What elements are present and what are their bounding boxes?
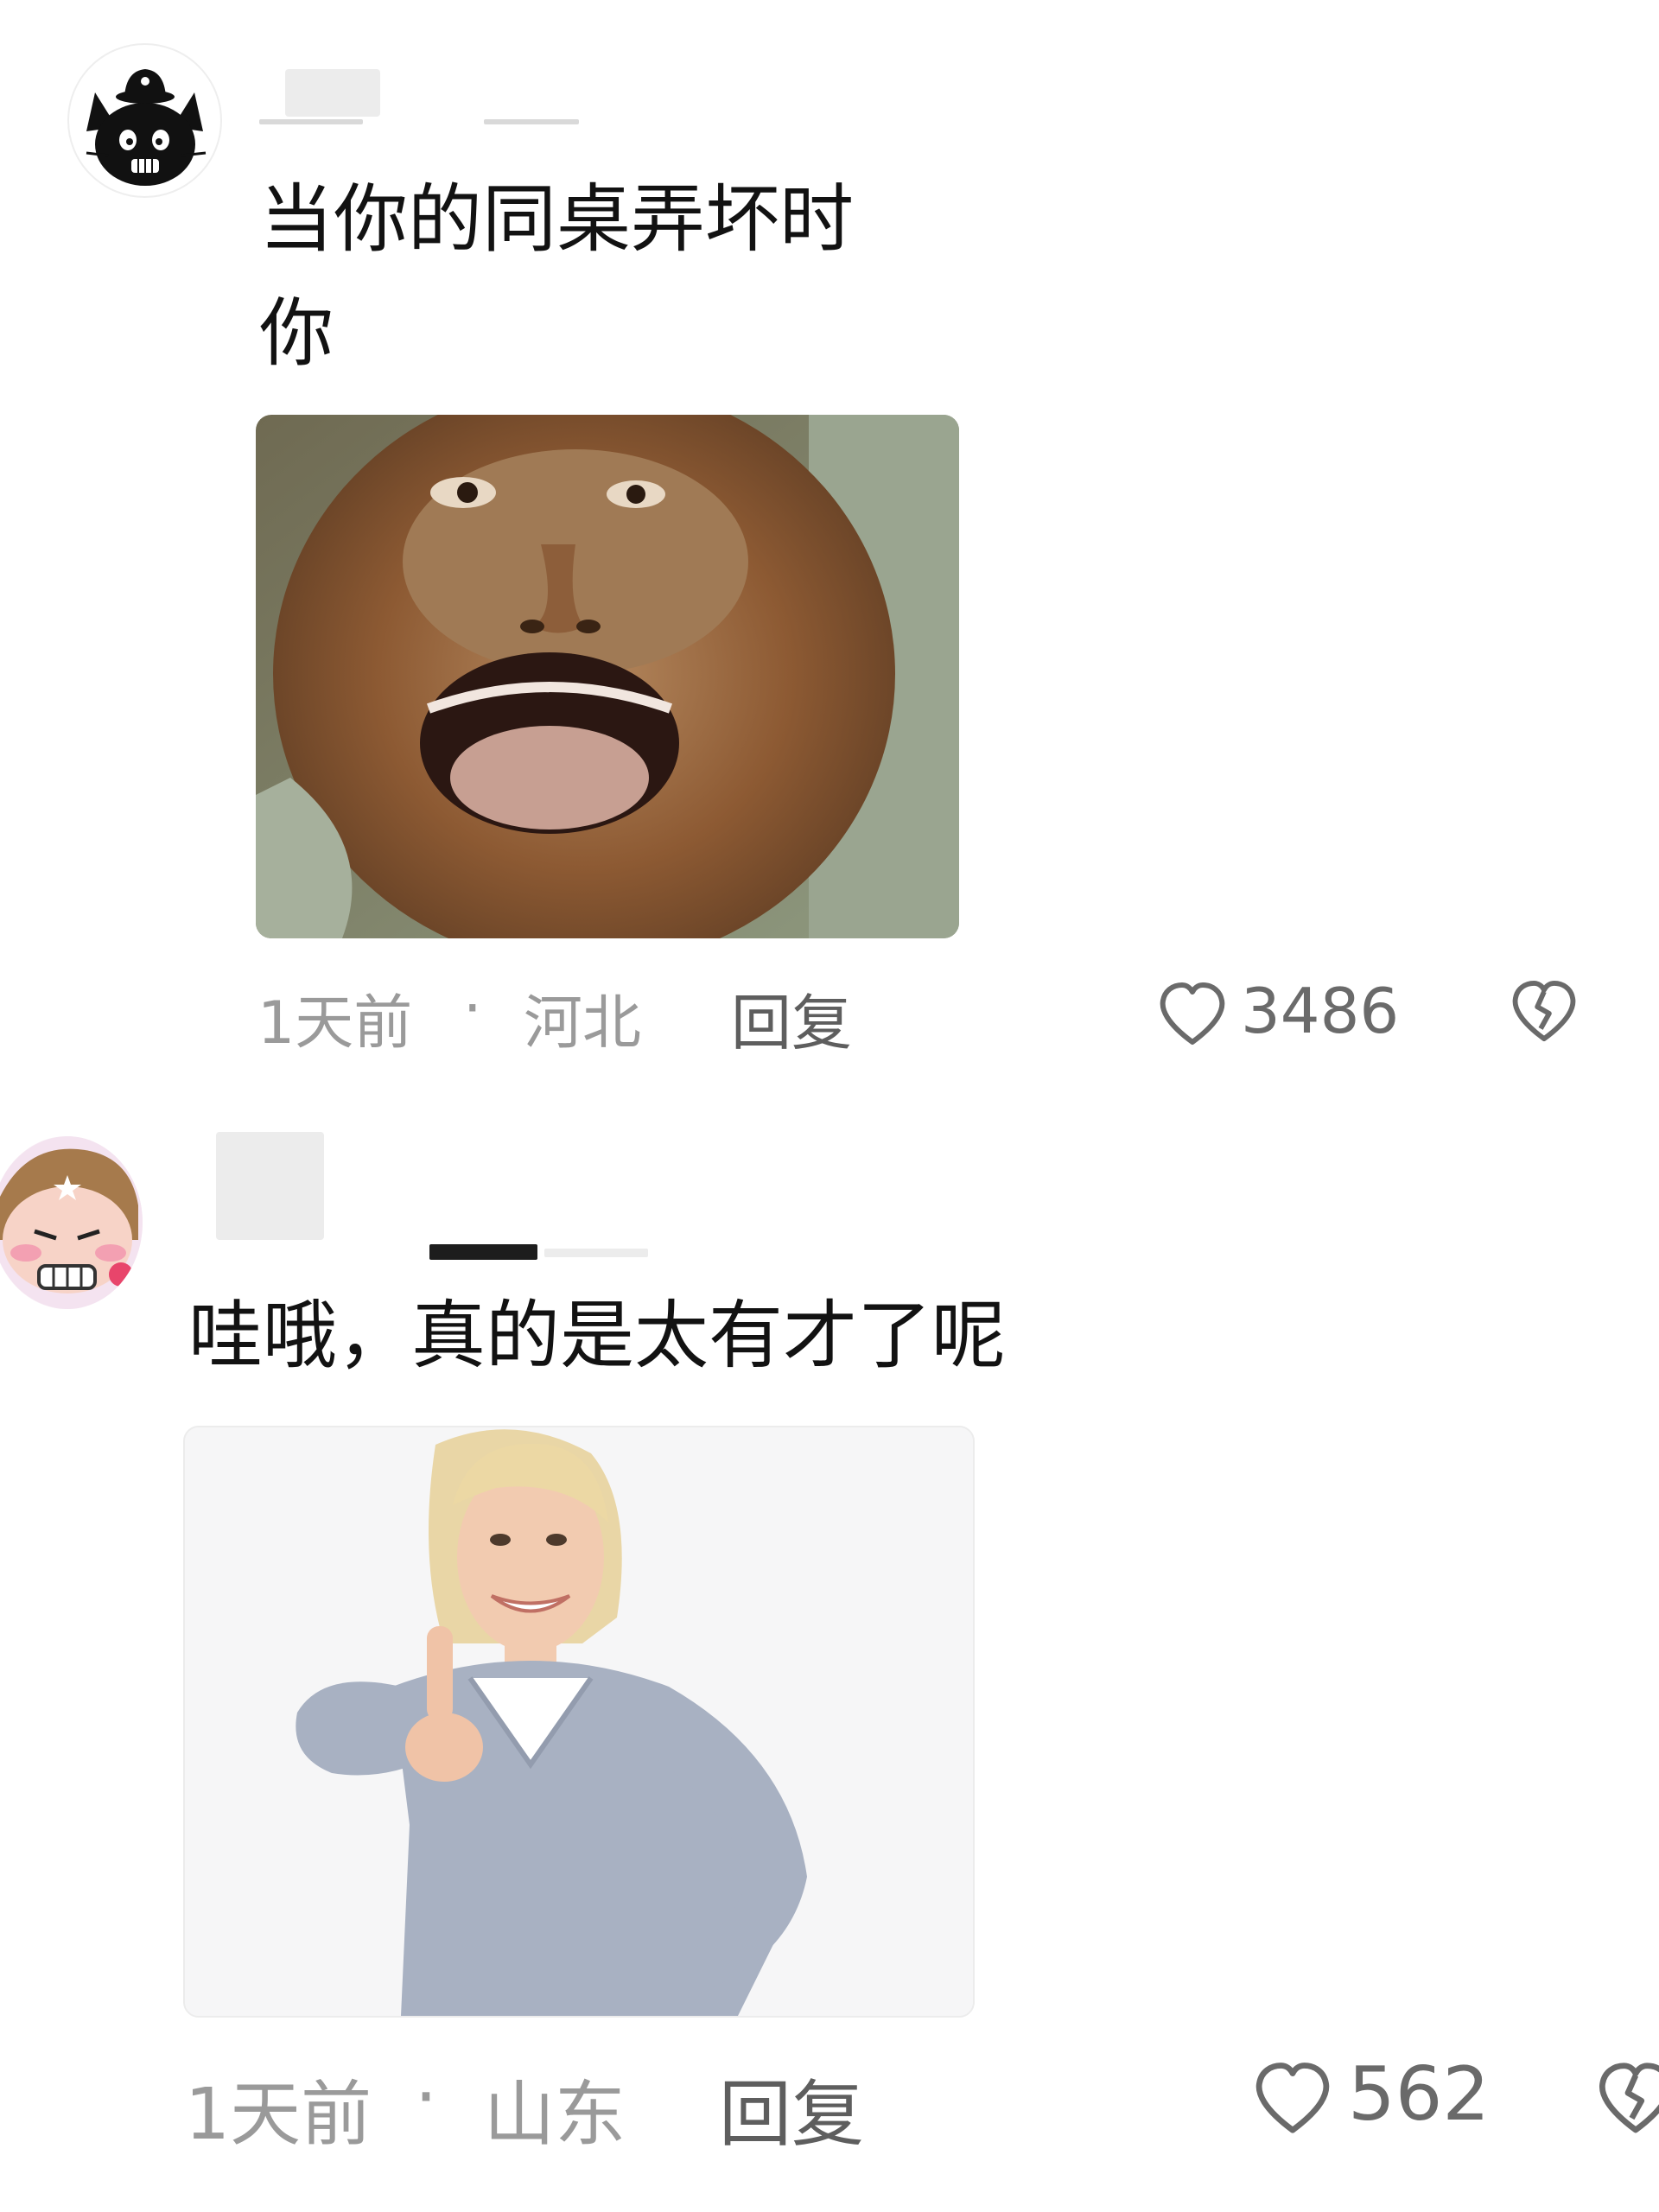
dislike-button[interactable] <box>1510 980 1580 1049</box>
comment-location: 河北 <box>524 989 642 1058</box>
thumbs-up-woman-image <box>185 1427 973 2016</box>
comment-location: 山东 <box>484 2074 626 2156</box>
dislike-button[interactable] <box>1597 2062 1659 2139</box>
cartoon-girl-avatar-icon <box>0 1136 143 1309</box>
comment-time: 1天前 <box>185 2074 372 2156</box>
monkey-face-meme-image <box>256 415 959 938</box>
username-blur <box>429 1244 537 1260</box>
like-button[interactable]: 3486 <box>1158 975 1399 1056</box>
like-button[interactable]: 562 <box>1253 2051 1495 2143</box>
heart-outline-icon <box>1253 2062 1332 2136</box>
comment-image[interactable] <box>256 415 959 938</box>
reply-button[interactable]: 回复 <box>719 2056 864 2161</box>
username-blur <box>484 119 579 124</box>
heart-outline-icon <box>1158 982 1227 1047</box>
user-avatar[interactable] <box>67 43 222 198</box>
comment-text: 当你的同桌弄坏时 你 <box>259 176 854 377</box>
username-blur <box>285 69 380 117</box>
username[interactable] <box>207 1132 657 1262</box>
username-blur <box>216 1132 324 1240</box>
black-cat-avatar-icon <box>70 46 219 194</box>
broken-heart-icon <box>1512 980 1576 1042</box>
username[interactable] <box>259 60 588 130</box>
meta-separator: · <box>415 2056 438 2139</box>
username-blur <box>259 119 363 124</box>
username-blur <box>544 1249 648 1257</box>
comment-item: 哇哦，真的是太有才了呢 1天前 · 山东 回复 562 <box>0 1071 1659 2212</box>
comment-time: 1天前 <box>257 989 413 1058</box>
comment-text: 哇哦，真的是太有才了呢 <box>188 1293 1006 1379</box>
like-count: 562 <box>1348 2051 1491 2138</box>
reply-button[interactable]: 回复 <box>731 975 852 1062</box>
user-avatar[interactable] <box>0 1136 143 1309</box>
comment-image[interactable] <box>183 1426 975 2018</box>
broken-heart-icon <box>1599 2063 1659 2133</box>
like-count: 3486 <box>1241 975 1400 1047</box>
meta-separator: · <box>463 975 482 1043</box>
comment-item: 当你的同桌弄坏时 你 1天前 · 河北 回复 3486 <box>0 0 1659 1071</box>
